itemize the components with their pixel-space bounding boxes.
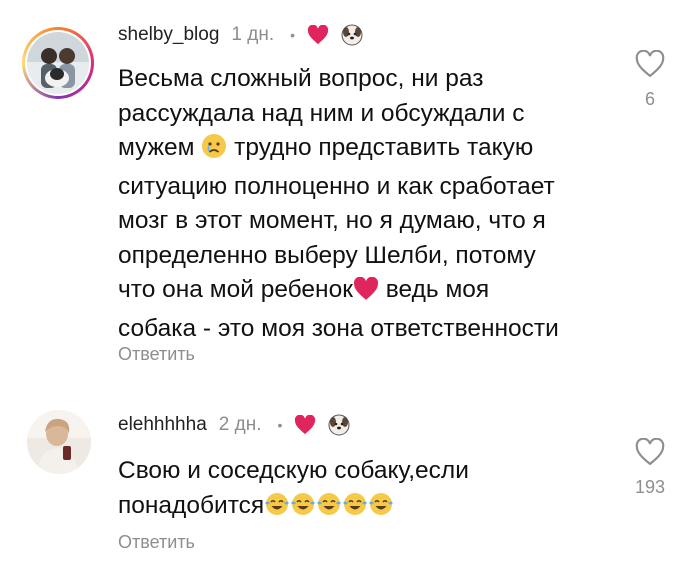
text-line: Весьма сложный вопрос, ни раз — [118, 65, 484, 92]
text-line: мозг в этот момент, но я думаю, что я — [118, 207, 546, 234]
avatar-photo — [27, 410, 91, 474]
text-line-with-emoji: понадобится — [118, 489, 469, 528]
sad-face-emoji — [201, 133, 227, 170]
tears-of-joy-emoji — [342, 491, 368, 528]
text-line: Свою и соседскую собаку,если — [118, 457, 469, 484]
avatar[interactable] — [22, 27, 94, 99]
separator-dot: • — [277, 417, 283, 433]
username[interactable]: shelby_blog — [118, 24, 219, 46]
text-segment: что она мой ребенок — [118, 276, 353, 303]
avatar[interactable] — [27, 410, 91, 474]
username[interactable]: elehhhhha — [118, 414, 207, 436]
red-heart-icon — [294, 415, 316, 435]
text-line-with-emoji: мужем трудно представить такую — [118, 131, 559, 170]
text-segment: ведь моя — [385, 276, 490, 303]
comment-item: shelby_blog 1 дн. • Весьма сложный вопро… — [0, 0, 700, 380]
separator-dot: • — [290, 27, 296, 43]
timestamp: 1 дн. — [231, 24, 275, 45]
text-line: определенно выберу Шелби, потому — [118, 241, 536, 269]
reply-button[interactable]: Ответить — [118, 532, 195, 553]
text-segment: мужем — [118, 134, 195, 161]
text-segment: понадобится — [118, 491, 265, 519]
tears-of-joy-emoji — [316, 491, 342, 528]
text-line: рассуждала над ним и обсуждали с — [118, 99, 525, 127]
comment-item: elehhhhha 2 дн. • Свою и соседскую собак… — [0, 392, 700, 573]
text-line: ситуацию полноценно и как сработает — [118, 172, 555, 200]
comment-text: Весьма сложный вопрос, ни раз рассуждала… — [118, 62, 559, 346]
comment-text: Свою и соседскую собаку,если понадобится — [118, 454, 469, 527]
text-line: собака - это моя зона ответственности — [118, 314, 559, 342]
red-heart-emoji — [353, 276, 379, 312]
heart-outline-icon[interactable] — [635, 49, 665, 83]
like-count: 193 — [634, 477, 666, 497]
tears-of-joy-emoji — [290, 491, 316, 528]
red-heart-icon — [307, 25, 329, 45]
tears-of-joy-emoji — [368, 491, 394, 528]
like-control: 6 — [628, 49, 672, 110]
heart-outline-icon[interactable] — [635, 437, 665, 471]
dog-face-icon — [341, 24, 363, 46]
like-count: 6 — [644, 89, 655, 109]
reply-button[interactable]: Ответить — [118, 344, 195, 365]
comment-meta: elehhhhha 2 дн. • — [118, 414, 350, 436]
like-control: 193 — [628, 437, 672, 498]
comment-meta: shelby_blog 1 дн. • — [118, 24, 363, 46]
text-segment: трудно представить такую — [234, 134, 534, 161]
tears-of-joy-emoji — [264, 491, 290, 528]
dog-face-icon — [328, 414, 350, 436]
tears-of-joy-emoji-row — [264, 492, 394, 519]
timestamp: 2 дн. — [218, 414, 262, 435]
text-line-with-emoji: что она мой ребенок ведь моя — [118, 273, 559, 312]
avatar-photo — [27, 32, 89, 94]
